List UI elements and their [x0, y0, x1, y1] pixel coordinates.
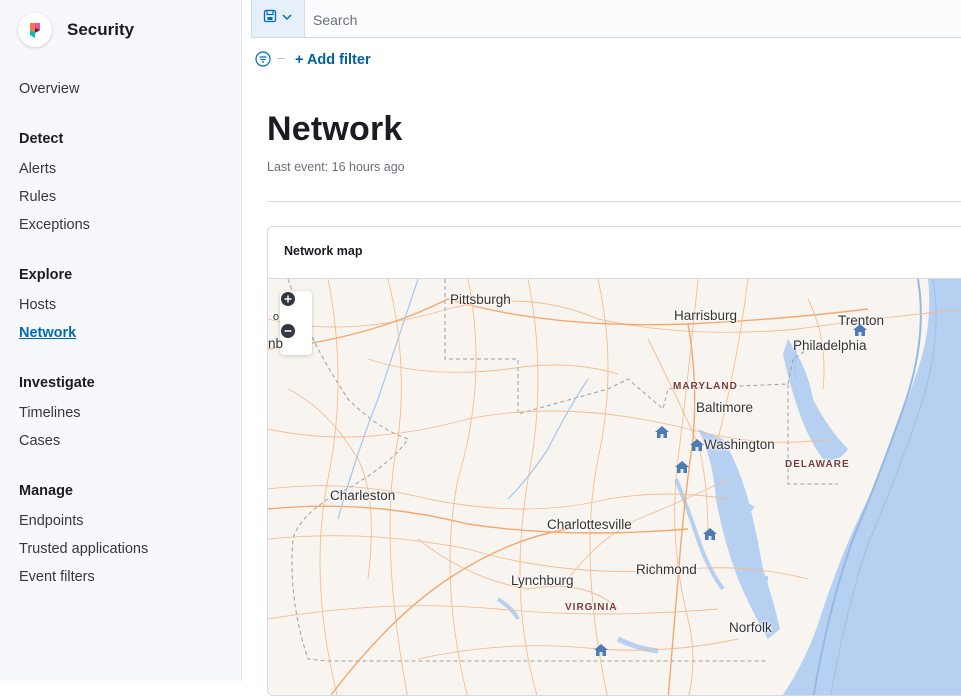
zoom-out-button[interactable]: [280, 323, 312, 355]
chevron-down-icon: [281, 10, 293, 28]
city-label-baltimore: Baltimore: [696, 400, 754, 415]
city-label-pittsburgh: Pittsburgh: [450, 292, 511, 307]
nav-group-investigate: Investigate: [19, 375, 95, 391]
filter-divider: [277, 58, 285, 59]
nav-group-detect: Detect: [19, 131, 64, 147]
city-label-lynchburg: Lynchburg: [511, 573, 574, 588]
city-label-charlottesville: Charlottesville: [547, 517, 632, 532]
brand[interactable]: Security: [18, 13, 134, 47]
network-map[interactable]: o nb Pittsburgh Harrisburg Trenton Phila…: [268, 278, 961, 695]
state-label-delaware: DELAWARE: [785, 459, 850, 470]
sidebar: Security Overview Detect Alerts Rules Ex…: [0, 0, 242, 681]
saved-query-icon: [263, 9, 277, 28]
add-filter-button[interactable]: + Add filter: [295, 52, 371, 68]
city-label-washington: Washington: [704, 437, 775, 452]
nav-item-timelines[interactable]: Timelines: [19, 405, 81, 421]
house-icon[interactable]: [702, 527, 718, 541]
panel-title: Network map: [284, 244, 363, 258]
header-divider: [267, 201, 961, 202]
saved-query-button[interactable]: [252, 0, 305, 37]
house-icon[interactable]: [593, 643, 609, 657]
state-label-maryland: MARYLAND: [673, 381, 738, 392]
nav-item-event-filters[interactable]: Event filters: [19, 569, 95, 585]
last-event-text: Last event: 16 hours ago: [267, 160, 405, 174]
page-title: Network: [267, 110, 403, 148]
network-map-panel: Network map o nb Pittsburgh Harrisburg T…: [267, 226, 961, 696]
city-label-philadelphia: Philadelphia: [793, 338, 867, 353]
state-label-virginia: VIRGINIA: [565, 602, 618, 613]
nav-item-cases[interactable]: Cases: [19, 433, 60, 449]
app-title: Security: [67, 20, 135, 39]
nav-item-overview[interactable]: Overview: [19, 81, 79, 97]
map-edge-label: o: [273, 311, 280, 323]
city-label-richmond: Richmond: [636, 562, 697, 577]
filter-icon[interactable]: [255, 51, 271, 72]
city-label-harrisburg: Harrisburg: [674, 308, 738, 323]
city-label-charleston: Charleston: [330, 488, 396, 503]
nav-item-network[interactable]: Network: [19, 325, 76, 341]
nav-group-explore: Explore: [19, 267, 73, 283]
nav-item-endpoints[interactable]: Endpoints: [19, 513, 84, 529]
nav-item-rules[interactable]: Rules: [19, 189, 56, 205]
house-icon[interactable]: [674, 460, 690, 474]
nav-item-alerts[interactable]: Alerts: [19, 161, 56, 177]
house-icon[interactable]: [852, 323, 868, 337]
query-bar: [251, 0, 961, 39]
search-input[interactable]: [305, 0, 961, 39]
nav-item-hosts[interactable]: Hosts: [19, 297, 56, 313]
nav-item-trusted-applications[interactable]: Trusted applications: [19, 541, 148, 557]
map-edge-label: nb: [268, 336, 284, 351]
zoom-in-button[interactable]: [280, 291, 312, 323]
nav-item-exceptions[interactable]: Exceptions: [19, 217, 90, 233]
city-label-norfolk: Norfolk: [729, 620, 772, 635]
house-icon[interactable]: [689, 438, 705, 452]
zoom-controls: [280, 291, 312, 355]
elastic-security-logo-icon: [18, 13, 52, 47]
house-icon[interactable]: [654, 425, 670, 439]
nav-group-manage: Manage: [19, 483, 73, 499]
filter-bar: + Add filter: [251, 44, 961, 78]
